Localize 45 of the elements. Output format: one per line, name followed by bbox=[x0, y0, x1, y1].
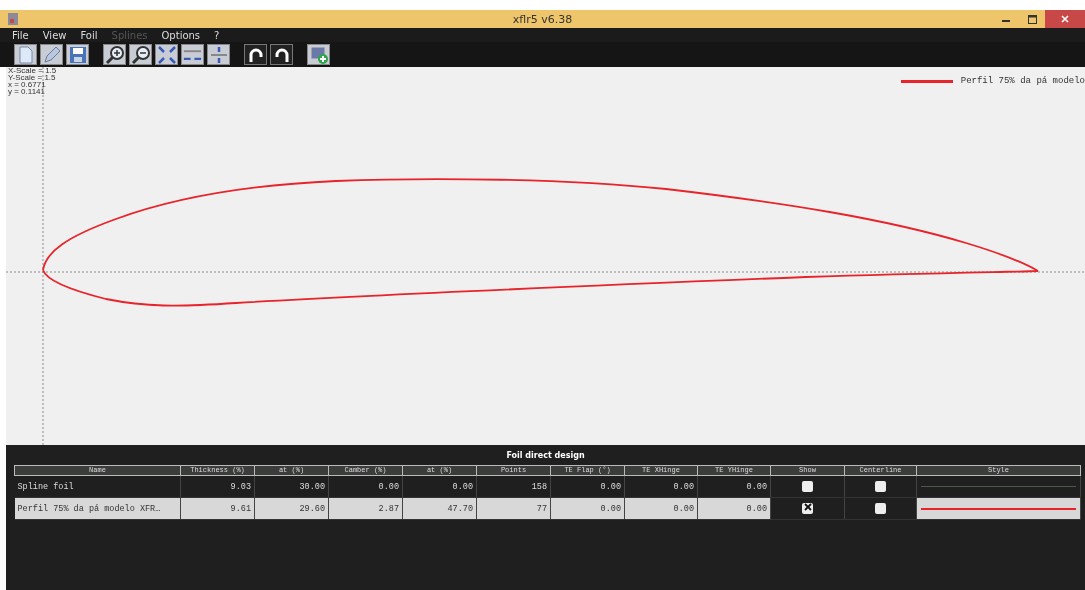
table-cell: Spline foil bbox=[14, 475, 181, 498]
save-icon bbox=[68, 45, 87, 64]
legend-label: Perfil 75% da pá modelo bbox=[960, 76, 1085, 86]
table-cell: 0.00 bbox=[624, 475, 698, 498]
readout-text: Y-Scale = 1.5 bbox=[8, 74, 57, 81]
table-cell: 30.00 bbox=[254, 475, 329, 498]
arrows-icon bbox=[156, 44, 177, 65]
window-title: xflr5 v6.38 bbox=[512, 12, 573, 26]
toolbar-button[interactable] bbox=[270, 44, 293, 65]
centerline-checkbox[interactable] bbox=[875, 481, 886, 492]
panel-title: Foil direct design bbox=[506, 450, 585, 460]
table-cell: 0.00 bbox=[550, 475, 625, 498]
toolbar-button[interactable] bbox=[129, 44, 152, 65]
line-style-swatch[interactable] bbox=[921, 486, 1076, 487]
table-cell: 9.03 bbox=[180, 475, 255, 498]
table-cell: 0.00 bbox=[697, 475, 771, 498]
toolbar-button[interactable] bbox=[103, 44, 126, 65]
zoom-out-icon bbox=[130, 44, 151, 65]
table-cell: Perfil 75% da pá modelo XFR… bbox=[14, 497, 181, 520]
table-cell: 0.00 bbox=[328, 475, 403, 498]
centerline-checkbox[interactable] bbox=[875, 503, 886, 514]
menu-item[interactable]: ? bbox=[214, 29, 220, 41]
readout-text: x = 0.6771 bbox=[8, 81, 47, 88]
table-row[interactable]: Perfil 75% da pá modelo XFR… 9.61 29.60 2.87 47.70 77 0.00 0.00 0.00 bbox=[14, 497, 1081, 520]
menu-item[interactable]: Options bbox=[161, 29, 201, 41]
new-file-icon bbox=[18, 45, 33, 64]
app-icon bbox=[8, 13, 18, 25]
maximize-icon bbox=[1027, 14, 1037, 24]
export-icon bbox=[308, 44, 329, 65]
line-style-swatch[interactable] bbox=[921, 507, 1076, 510]
zoom-in-icon bbox=[104, 44, 125, 65]
vertical-arrows-icon bbox=[208, 44, 229, 65]
readout-text: y = 0.1141 bbox=[8, 88, 46, 95]
toolbar-button[interactable] bbox=[244, 44, 267, 65]
show-checkbox[interactable] bbox=[802, 481, 813, 492]
close-icon bbox=[1061, 15, 1069, 23]
menu-item[interactable]: File bbox=[12, 29, 29, 41]
table-cell: 158 bbox=[476, 475, 551, 498]
table-cell: 0.00 bbox=[402, 475, 477, 498]
menu-item[interactable]: Foil bbox=[80, 29, 98, 41]
readout-text: X-Scale = 1.5 bbox=[8, 67, 57, 74]
table-row[interactable]: Spline foil 9.03 30.00 0.00 0.00 158 0.00 0.00 0.00 bbox=[14, 475, 1081, 498]
show-checkbox[interactable] bbox=[802, 503, 813, 514]
pencil-icon bbox=[42, 45, 61, 64]
menu-item[interactable]: View bbox=[42, 29, 67, 41]
